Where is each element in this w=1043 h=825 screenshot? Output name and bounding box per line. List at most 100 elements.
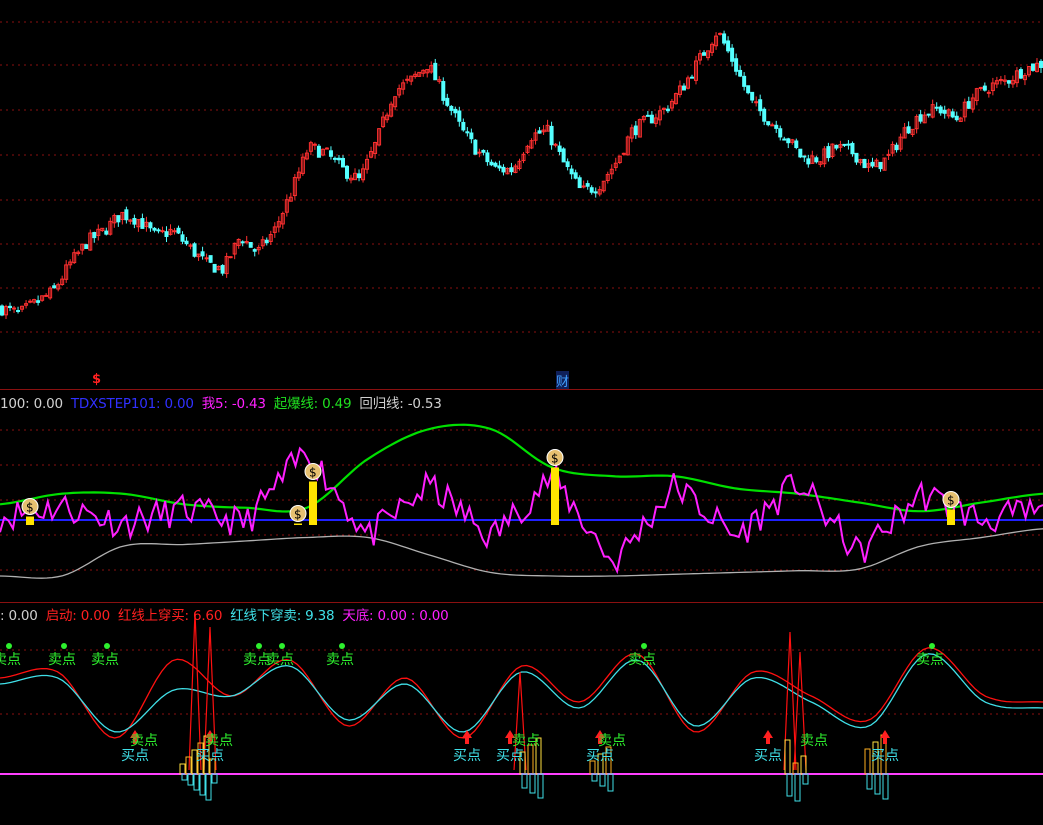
candle-body bbox=[746, 85, 751, 94]
candle-body bbox=[140, 218, 145, 229]
sell-dot bbox=[104, 643, 110, 649]
candle-body bbox=[212, 263, 217, 273]
vol-bar bbox=[784, 739, 791, 775]
candle-body bbox=[441, 81, 446, 101]
legend-item: 我5: -0.43 bbox=[201, 396, 266, 412]
candle-body bbox=[184, 240, 189, 245]
candle-body bbox=[577, 177, 582, 189]
candle-body bbox=[633, 125, 638, 136]
candle-body bbox=[802, 155, 807, 158]
vol-bar bbox=[185, 756, 192, 775]
money-bag-symbol: $ bbox=[551, 452, 559, 466]
candle-body bbox=[0, 305, 5, 316]
candle-body bbox=[730, 47, 735, 62]
vol-bar-neg bbox=[537, 773, 544, 799]
buy-label: 买点 bbox=[453, 748, 481, 764]
candle-body bbox=[806, 158, 811, 165]
vol-bar-neg bbox=[599, 773, 606, 787]
candle-body bbox=[589, 187, 594, 193]
money-bag-symbol: $ bbox=[947, 494, 955, 508]
candle-body bbox=[228, 256, 233, 259]
candle-body bbox=[485, 152, 490, 163]
candle-body bbox=[433, 62, 438, 81]
legend-item: 红线上穿买: 6.60 bbox=[118, 608, 223, 624]
candle-body bbox=[906, 126, 911, 134]
candle-body bbox=[204, 257, 209, 260]
candle-body bbox=[549, 125, 554, 146]
candle-body bbox=[52, 285, 57, 289]
buy-arrow-icon bbox=[763, 730, 773, 744]
candle-body bbox=[152, 227, 157, 231]
signal-bar bbox=[309, 481, 317, 525]
candle-body bbox=[8, 305, 13, 309]
candle-body bbox=[124, 209, 129, 221]
candle-body bbox=[84, 244, 89, 249]
vol-bar-neg bbox=[211, 773, 218, 784]
sell-label: 卖点 bbox=[0, 652, 21, 668]
candle-body bbox=[862, 158, 867, 169]
candle-body bbox=[509, 167, 514, 173]
money-bag-symbol: $ bbox=[26, 501, 34, 515]
candle-body bbox=[501, 166, 506, 173]
candle-body bbox=[12, 307, 17, 310]
money-bag-icon: $ bbox=[942, 491, 960, 508]
candle-body bbox=[834, 144, 839, 149]
dollar-marker: $ bbox=[92, 372, 102, 387]
candle-body bbox=[316, 145, 321, 158]
sell-label: 卖点 bbox=[326, 652, 354, 668]
candle-body bbox=[702, 52, 707, 56]
legend-item: 启动: 0.00 bbox=[45, 608, 111, 624]
vol-bar bbox=[864, 748, 871, 775]
price-chart-panel: $ 财 bbox=[0, 0, 1043, 390]
candle-body bbox=[621, 152, 626, 155]
candle-body bbox=[894, 144, 899, 151]
candle-body bbox=[148, 222, 153, 229]
candle-body bbox=[132, 217, 137, 225]
candle-body bbox=[537, 130, 542, 134]
candle-body bbox=[926, 113, 931, 116]
buy-label: 买点 bbox=[586, 748, 614, 764]
candle-body bbox=[252, 249, 257, 252]
candle-body bbox=[44, 294, 49, 297]
sell-dot bbox=[929, 643, 935, 649]
vol-bar-neg bbox=[882, 773, 889, 800]
buy-label: 买点 bbox=[196, 748, 224, 764]
legend-item: 起爆线: 0.49 bbox=[273, 396, 352, 412]
legend-item: 红线下穿卖: 9.38 bbox=[230, 608, 335, 624]
candle-body bbox=[665, 108, 670, 112]
candle-body bbox=[1030, 63, 1035, 71]
indicator-chart-1: $ $ $ $ $ bbox=[0, 423, 1043, 579]
signal-bar bbox=[294, 523, 302, 525]
vol-bar bbox=[527, 744, 534, 775]
candle-body bbox=[104, 230, 109, 235]
vol-bar-neg bbox=[786, 773, 793, 797]
candle-body bbox=[750, 91, 755, 101]
candle-body bbox=[176, 227, 181, 234]
candle-body bbox=[689, 76, 694, 79]
sell-label: 卖点 bbox=[800, 733, 828, 749]
buy-label: 买点 bbox=[121, 748, 149, 764]
candle-body bbox=[986, 91, 991, 94]
candle-body bbox=[561, 148, 566, 163]
sell-label: 卖点 bbox=[628, 652, 656, 668]
vol-bar-neg bbox=[187, 773, 194, 786]
candle-body bbox=[405, 78, 410, 81]
series-line-wo5 bbox=[0, 446, 1043, 575]
candle-body bbox=[340, 157, 345, 168]
candle-body bbox=[726, 40, 731, 52]
candle-body bbox=[942, 109, 947, 114]
legend-item: 100: 0.00 bbox=[0, 396, 63, 412]
candle-body bbox=[966, 101, 971, 109]
vol-bar-neg bbox=[205, 773, 212, 801]
candle-body bbox=[553, 143, 558, 146]
signal-bar bbox=[26, 516, 34, 525]
candle-body bbox=[850, 142, 855, 155]
legend-item: : 0.00 bbox=[0, 608, 38, 624]
candle-body bbox=[493, 162, 498, 167]
candle-body bbox=[934, 106, 939, 109]
vol-bar bbox=[179, 763, 186, 775]
candle-body bbox=[954, 115, 959, 121]
money-bag-icon: $ bbox=[289, 505, 307, 522]
indicator-1-legend: 100: 0.00 TDXSTEP101: 0.00 我5: -0.43 起爆线: 0… bbox=[0, 392, 450, 412]
buy-label: 买点 bbox=[754, 748, 782, 764]
